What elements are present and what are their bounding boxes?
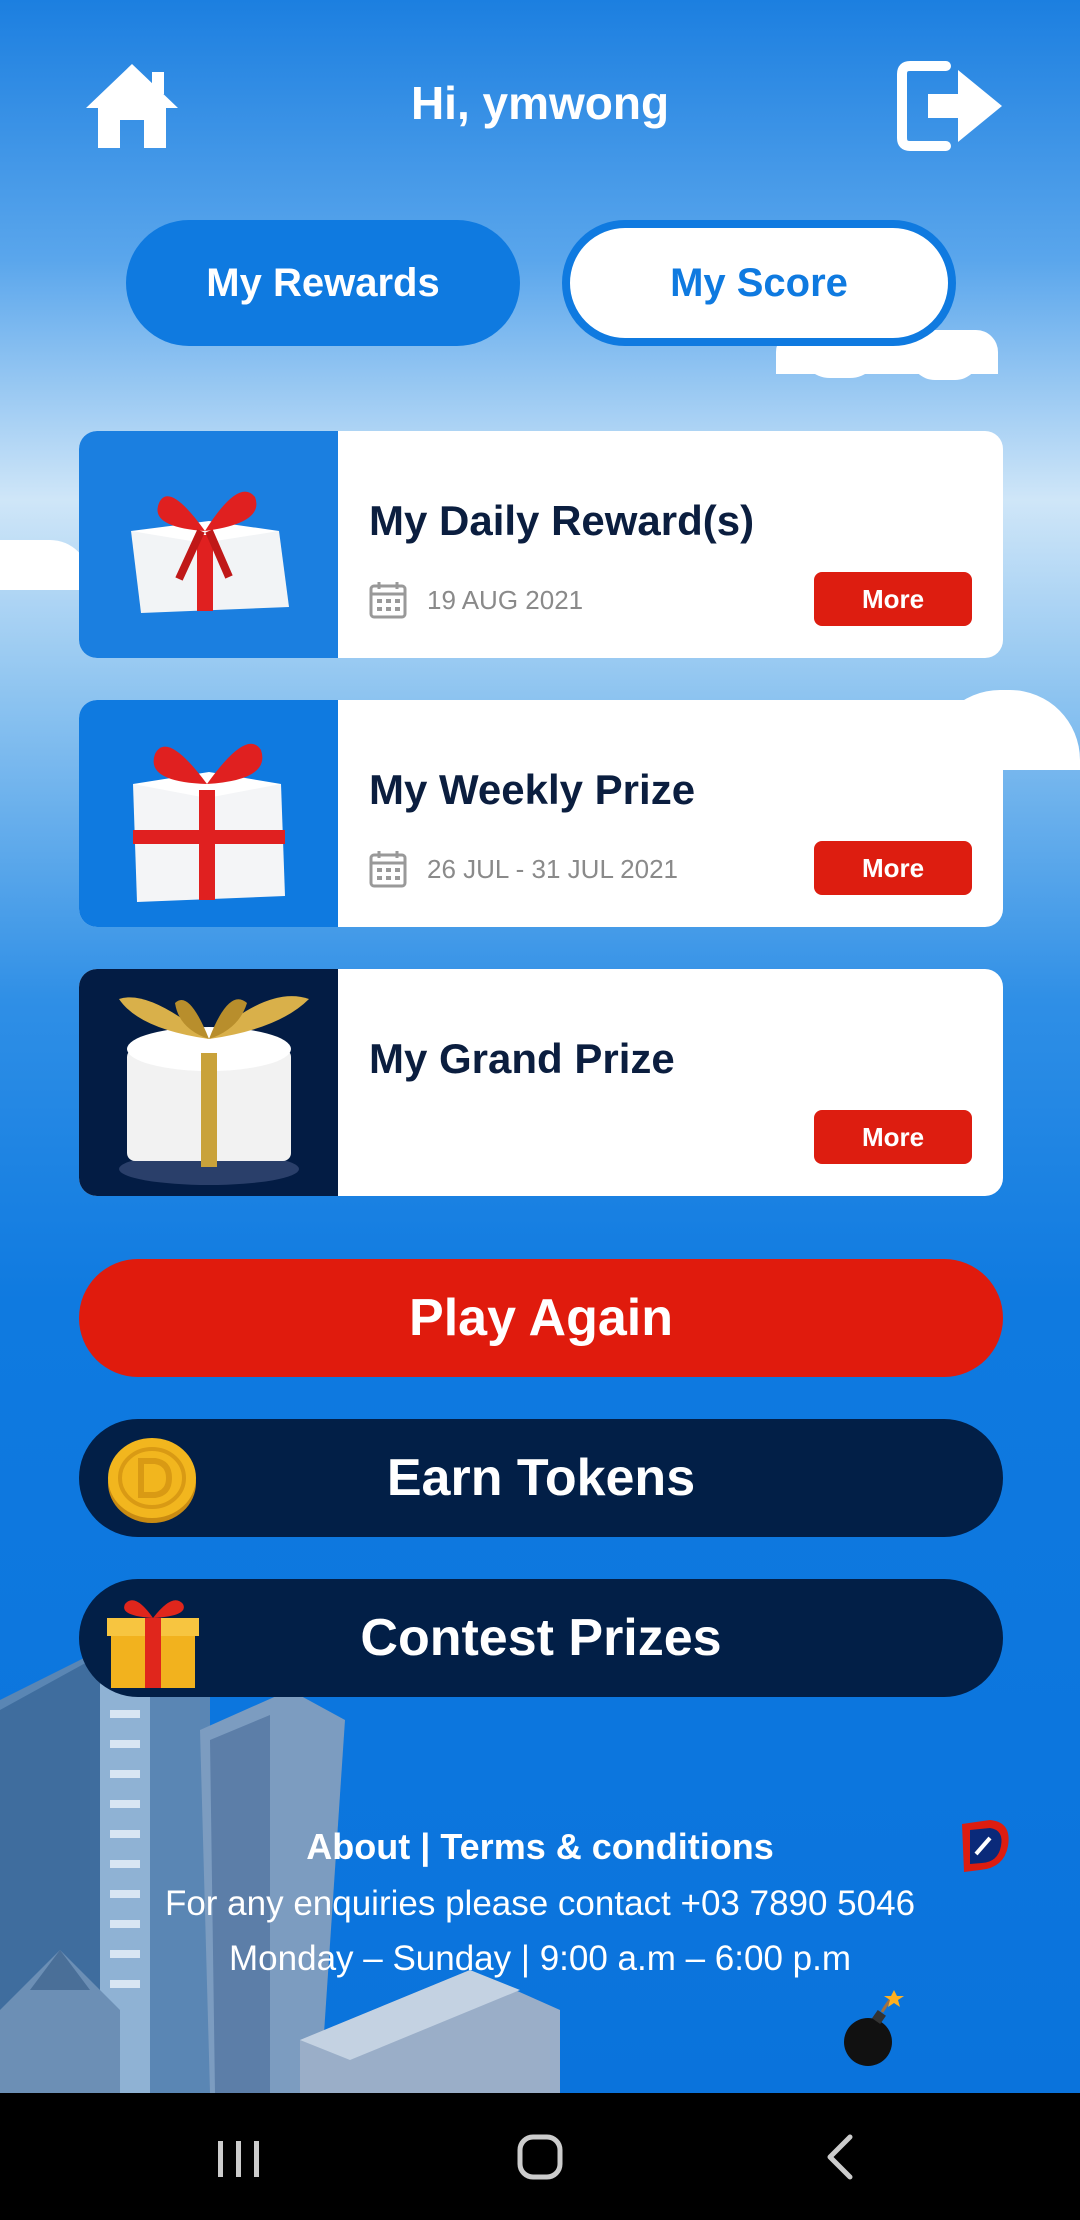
card-title: My Daily Reward(s) bbox=[369, 497, 755, 544]
calendar-icon bbox=[369, 582, 407, 619]
gift-box-red-ribbon-icon bbox=[131, 491, 289, 613]
gift-box-red-ribbon-icon bbox=[133, 743, 285, 902]
grand-prize-card: My Grand Prize More bbox=[79, 969, 1003, 1196]
daily-reward-image bbox=[79, 431, 338, 658]
daily-reward-card: My Daily Reward(s) 19 AUG 2021 More bbox=[79, 431, 1003, 658]
contest-prizes-button[interactable]: Contest Prizes bbox=[79, 1579, 1003, 1697]
cloud-decoration bbox=[0, 540, 90, 590]
calendar-icon bbox=[369, 851, 407, 888]
gift-box-gold-ribbon-icon bbox=[119, 996, 309, 1185]
logout-button[interactable] bbox=[896, 58, 1006, 154]
gift-box-icon bbox=[107, 1600, 199, 1688]
operating-hours-text: Monday – Sunday | 9:00 a.m – 6:00 p.m bbox=[229, 1939, 851, 1978]
link-separator: | bbox=[420, 1826, 431, 1867]
grand-prize-image bbox=[79, 969, 338, 1196]
earn-tokens-button[interactable]: Earn Tokens bbox=[79, 1419, 1003, 1537]
tab-my-score[interactable]: My Score bbox=[562, 220, 956, 346]
more-button[interactable]: More bbox=[814, 1110, 972, 1164]
home-nav-icon[interactable] bbox=[500, 2121, 580, 2191]
weekly-prize-card: My Weekly Prize 26 JUL - 31 JUL 2021 Mor… bbox=[79, 700, 1003, 927]
more-button[interactable]: More bbox=[814, 572, 972, 626]
play-again-label: Play Again bbox=[409, 1289, 673, 1347]
more-button[interactable]: More bbox=[814, 841, 972, 895]
weekly-prize-image bbox=[79, 700, 338, 927]
about-link[interactable]: About bbox=[306, 1826, 410, 1867]
card-title: My Grand Prize bbox=[369, 1035, 675, 1082]
card-date: 26 JUL - 31 JUL 2021 bbox=[369, 850, 678, 888]
bomb-icon bbox=[844, 1990, 904, 2066]
footer-links: About | Terms & conditions bbox=[0, 1826, 1080, 1868]
terms-link[interactable]: Terms & conditions bbox=[440, 1826, 773, 1867]
tab-my-rewards[interactable]: My Rewards bbox=[126, 220, 520, 346]
card-title: My Weekly Prize bbox=[369, 766, 696, 813]
back-nav-icon[interactable] bbox=[802, 2121, 882, 2191]
gold-token-coin-icon bbox=[108, 1438, 196, 1523]
contest-prizes-label: Contest Prizes bbox=[360, 1609, 722, 1667]
system-navigation-bar bbox=[0, 2093, 1080, 2220]
card-date: 19 AUG 2021 bbox=[369, 581, 583, 619]
earn-tokens-label: Earn Tokens bbox=[386, 1449, 696, 1507]
card-date-text: 19 AUG 2021 bbox=[427, 584, 584, 615]
play-again-button[interactable]: Play Again bbox=[79, 1259, 1003, 1377]
top-bar: Hi, ymwong bbox=[0, 0, 1080, 210]
card-date-text: 26 JUL - 31 JUL 2021 bbox=[427, 853, 678, 884]
contact-info-text: For any enquiries please contact +03 789… bbox=[164, 1884, 916, 1923]
recent-apps-icon[interactable] bbox=[198, 2121, 278, 2191]
logout-icon bbox=[897, 61, 1002, 151]
